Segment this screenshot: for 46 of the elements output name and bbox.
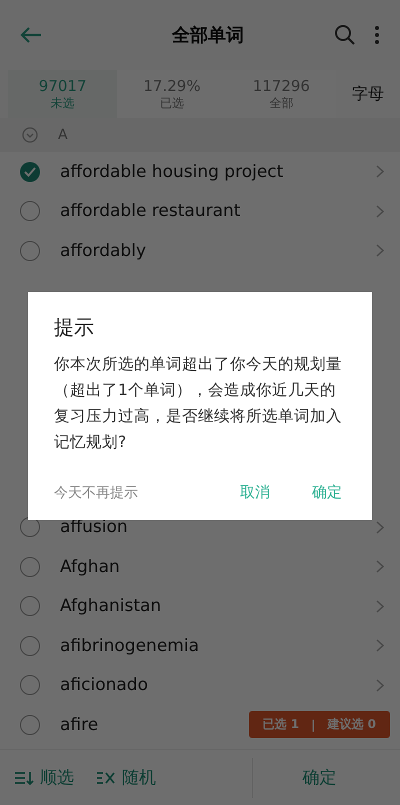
chevron-icon — [376, 678, 384, 692]
word-text[interactable]: aficionado — [60, 675, 356, 696]
chevron-icon — [376, 600, 384, 613]
checkbox[interactable] — [20, 556, 40, 577]
checkbox[interactable] — [20, 636, 40, 656]
chevron-icon — [376, 244, 384, 258]
random-button[interactable]: 随机 — [96, 766, 156, 789]
shuffle-icon — [96, 770, 116, 786]
dialog-message: 你本次所选的单词超出了你今天的规划量（超出了1个单词），会造成你近几天的复习压力过高，是否继续将所选单词加入记忆规划? — [54, 354, 342, 453]
dialog-title: 提示 — [54, 314, 95, 341]
word-text[interactable]: afibrinogenemia — [60, 636, 356, 656]
checkbox[interactable] — [20, 162, 40, 182]
order-button[interactable]: 顺选 — [14, 766, 74, 789]
word-text[interactable]: affordably — [60, 240, 356, 261]
word-text[interactable]: affordable housing project — [60, 162, 356, 182]
stat-tab[interactable]: 97017 未选 — [8, 70, 118, 118]
checkbox[interactable] — [20, 596, 40, 616]
selected-count: 已选 1 — [262, 716, 300, 734]
checkbox[interactable] — [20, 240, 40, 261]
check-icon — [24, 166, 36, 177]
letter-button[interactable]: 字母 — [336, 70, 400, 118]
checkbox[interactable] — [20, 714, 40, 735]
page-title: 全部单词 — [170, 24, 245, 47]
word-text[interactable]: Afghanistan — [60, 596, 356, 616]
search-icon — [334, 24, 356, 46]
arrow-left-icon — [20, 26, 42, 44]
ok-button[interactable]: 确定 — [312, 483, 342, 502]
checkbox[interactable] — [20, 201, 40, 222]
sort-icon — [14, 770, 34, 786]
cancel-button[interactable]: 取消 — [240, 483, 270, 502]
word-text[interactable]: afire — [60, 714, 229, 735]
word-text[interactable]: Afghan — [60, 556, 356, 577]
chevron-icon — [376, 165, 384, 178]
chevron-icon — [376, 560, 384, 574]
collapse-icon — [22, 127, 38, 143]
more-icon — [374, 25, 380, 45]
dont-remind-button[interactable]: 今天不再提示 — [54, 484, 138, 502]
confirm-button[interactable]: 确定 — [252, 758, 386, 798]
chevron-icon — [376, 639, 384, 652]
checkbox[interactable] — [20, 675, 40, 696]
word-text[interactable]: affordable restaurant — [60, 201, 356, 222]
chevron-icon — [376, 204, 384, 218]
badge-separator: | — [311, 718, 316, 732]
suggested-count: 建议选 0 — [327, 716, 376, 734]
chevron-icon — [376, 520, 384, 534]
word-text[interactable]: affusion — [60, 517, 356, 538]
